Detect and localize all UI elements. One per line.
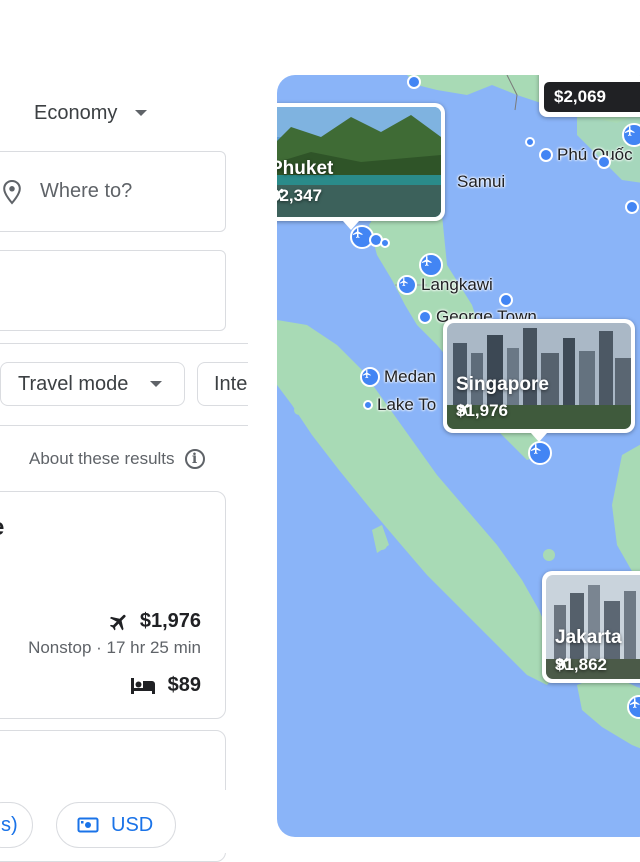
price-tag-inner: $2,069 [544,82,640,112]
currency-label: USD [111,814,153,837]
map-marker-dot[interactable] [597,155,611,169]
jakarta-price-row: $1,862 [555,655,607,675]
singapore-price-row: $1,976 [456,401,508,421]
singapore-photo: Singapore $1,976 [447,323,631,429]
map-label-medan[interactable]: Medan [360,367,436,387]
currency-icon [77,817,99,833]
cabin-class-select[interactable]: Economy [34,98,147,128]
chevron-down-icon [135,110,147,116]
language-label: s) [1,814,18,837]
dates-input[interactable] [0,250,226,331]
destination-card[interactable]: e 7 $1,976 Nonstop · 17 hr 25 min $89 [0,491,226,719]
airport-marker[interactable] [528,441,552,465]
airport-marker[interactable] [622,123,640,147]
map-marker-dot[interactable] [625,200,639,214]
airplane-icon [277,186,286,202]
divider [0,343,248,344]
airplane-icon [539,75,555,83]
singapore-name: Singapore [456,374,549,396]
destination-photo-singapore[interactable]: Singapore $1,976 [443,319,635,433]
airplane-icon [108,611,130,633]
phuket-price-row: $2,347 [277,186,322,206]
airplane-icon [456,401,472,417]
about-results-label: About these results [29,449,175,469]
airplane-icon [555,655,571,671]
airport-marker [397,275,417,295]
currency-button[interactable]: USD [56,802,176,848]
top-price: $2,069 [554,87,606,107]
hotel-price-row: $89 [130,674,201,697]
destination-input[interactable]: Where to? [0,151,226,232]
map[interactable]: Phú Quốc Samui Langkawi George Town Meda… [277,75,640,837]
about-results[interactable]: About these results i [29,449,205,469]
chevron-down-icon [150,381,162,387]
map-label-samui[interactable]: Samui [457,172,505,192]
location-pin-icon [1,179,23,205]
destination-placeholder: Where to? [40,180,132,203]
jakarta-photo: Jakarta $1,862 [546,575,640,679]
map-marker-dot[interactable] [380,238,390,248]
destination-photo-phuket[interactable]: Phuket $2,347 [277,103,445,221]
cabin-class-label: Economy [34,102,117,125]
flight-details: Nonstop · 17 hr 25 min [28,638,201,658]
map-label-langkawi[interactable]: Langkawi [397,275,493,295]
map-label-phu-quoc[interactable]: Phú Quốc [539,145,633,165]
map-marker-dot[interactable] [525,137,535,147]
card-pointer [531,433,547,442]
bed-icon [130,677,156,695]
map-marker-dot [363,400,373,410]
airport-marker[interactable] [419,253,443,277]
map-marker-dot[interactable] [407,75,421,89]
destination-photo-jakarta[interactable]: Jakarta $1,862 [542,571,640,683]
interests-label: Inte [214,373,247,396]
card-pointer [343,221,359,230]
map-marker-dot [539,148,553,162]
map-marker-dot [418,310,432,324]
divider [0,425,248,426]
info-icon[interactable]: i [185,449,205,469]
phuket-name: Phuket [277,158,333,180]
price-tag-top[interactable]: $2,069 [539,75,640,117]
map-marker-dot[interactable] [499,293,513,307]
hotel-price: $89 [168,674,201,697]
phuket-photo: Phuket $2,347 [277,107,441,217]
travel-mode-filter[interactable]: Travel mode [0,362,185,406]
destination-card-title: e [0,514,4,542]
filter-fade [248,340,277,440]
jakarta-name: Jakarta [555,627,622,649]
airport-marker [360,367,380,387]
map-label-lake-toba[interactable]: Lake To [363,395,436,415]
flight-price: $1,976 [140,610,201,633]
flight-price-row: $1,976 [108,610,201,633]
travel-mode-label: Travel mode [18,373,128,396]
